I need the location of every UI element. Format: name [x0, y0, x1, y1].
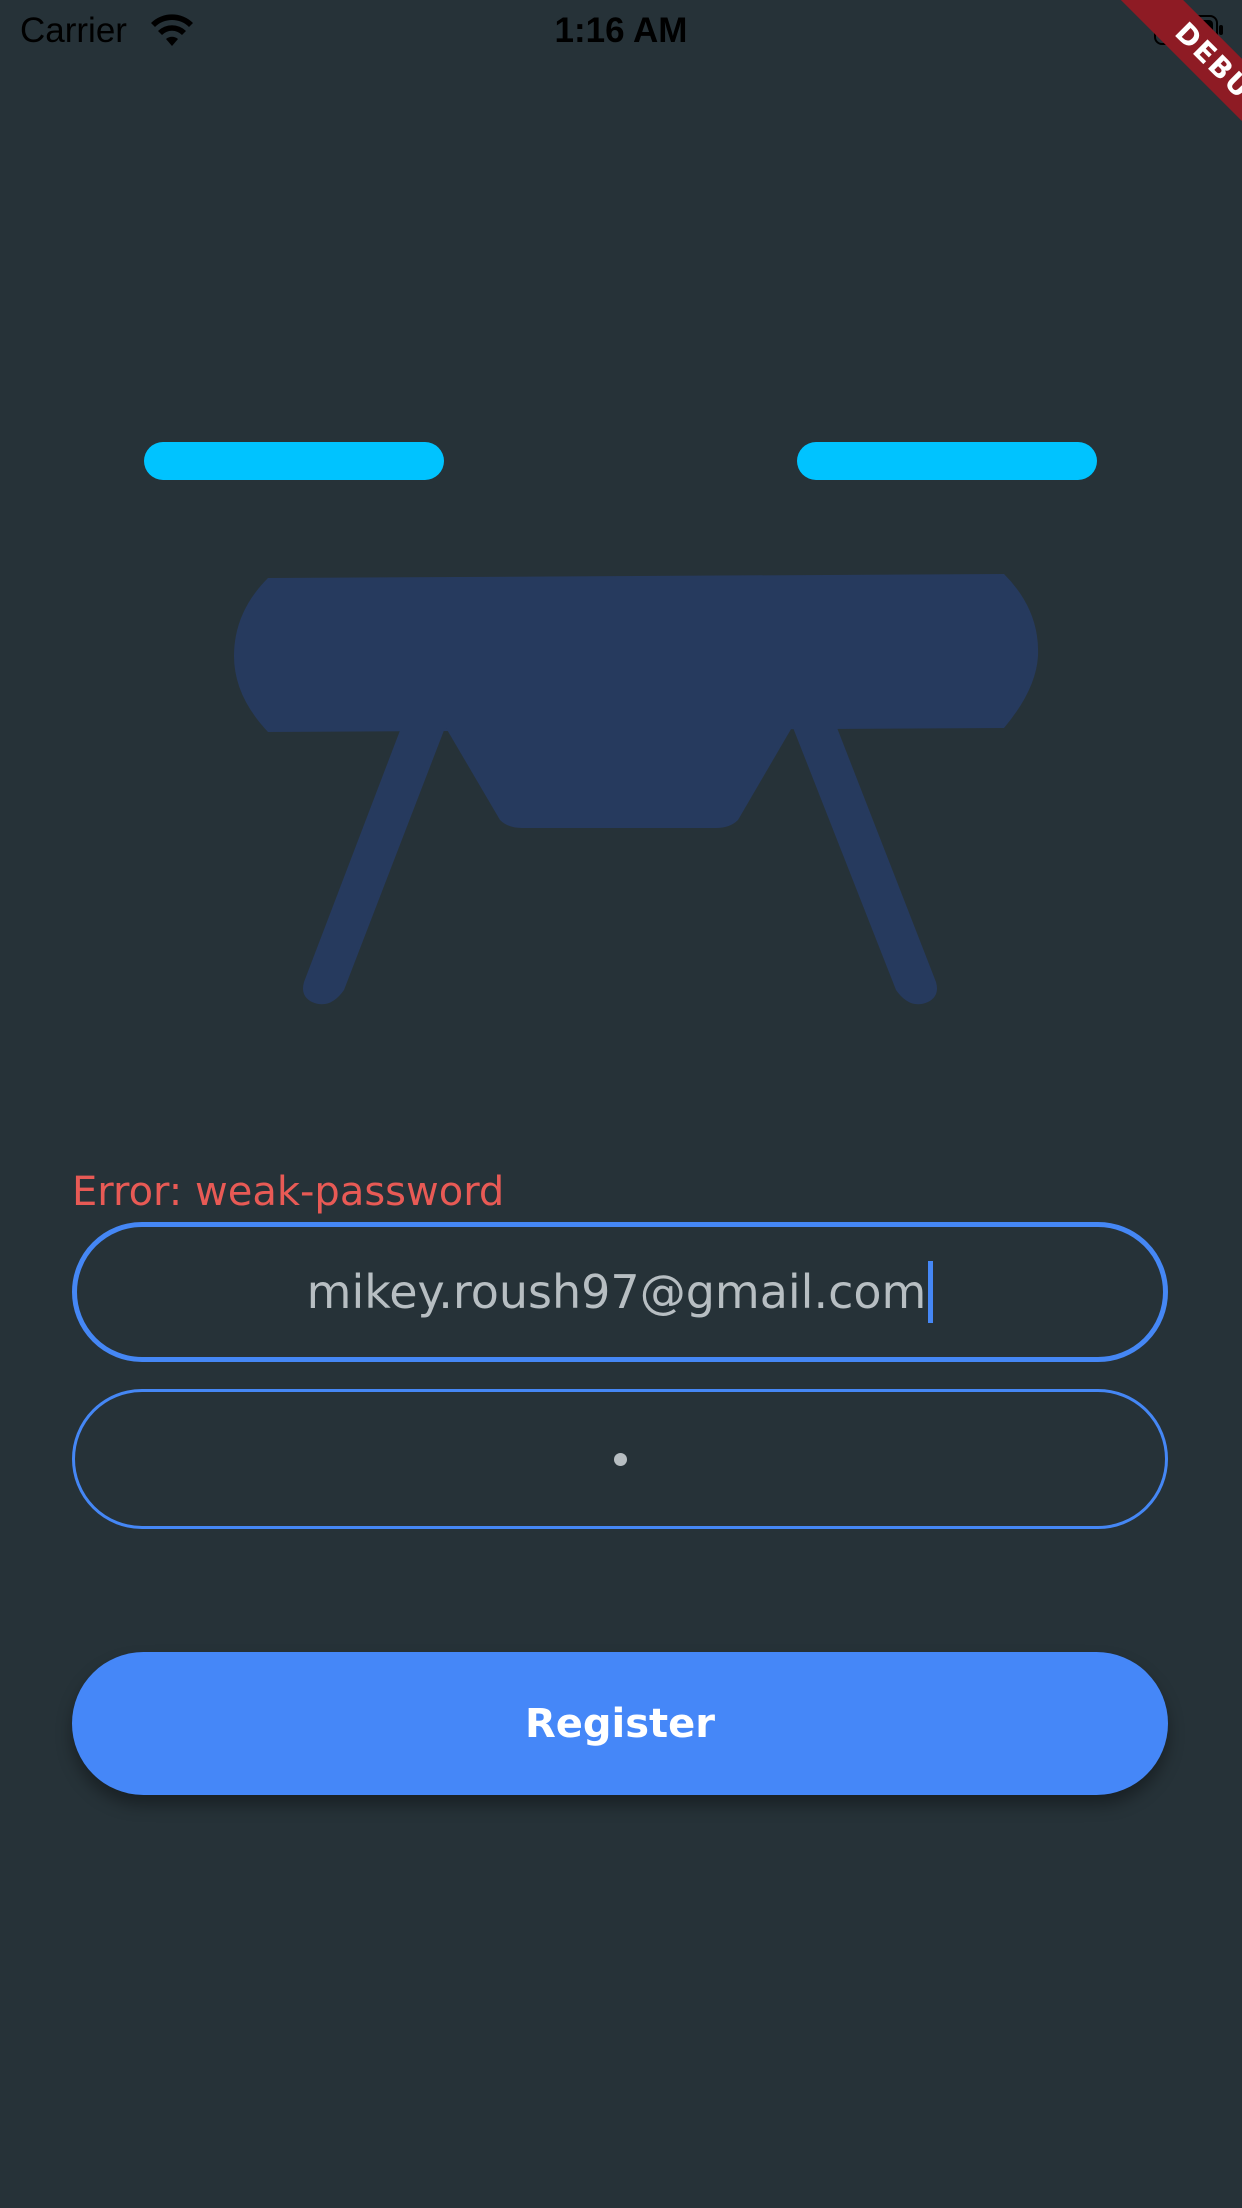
- left-rotor: [144, 442, 444, 480]
- right-leg: [790, 720, 937, 1005]
- drone-icon: [144, 442, 1097, 1005]
- clock: 1:16 AM: [554, 11, 688, 50]
- right-rotor: [797, 442, 1097, 480]
- password-field[interactable]: [72, 1389, 1168, 1529]
- password-mask-dot: [613, 1452, 627, 1466]
- register-button[interactable]: Register: [72, 1652, 1168, 1795]
- text-cursor: [928, 1261, 934, 1323]
- status-bar: Carrier 1:16 AM: [0, 0, 1242, 62]
- debug-label: DEBUG: [1114, 0, 1242, 170]
- email-value: mikey.roush97@gmail.com: [306, 1265, 927, 1319]
- debug-banner: DEBUG: [1072, 0, 1242, 170]
- error-message: Error: weak-password: [72, 1169, 505, 1215]
- left-leg: [303, 720, 448, 1005]
- drone-body: [234, 574, 1039, 732]
- email-field[interactable]: mikey.roush97@gmail.com: [72, 1222, 1168, 1362]
- register-label: Register: [524, 1700, 716, 1747]
- drone-pod: [446, 724, 794, 828]
